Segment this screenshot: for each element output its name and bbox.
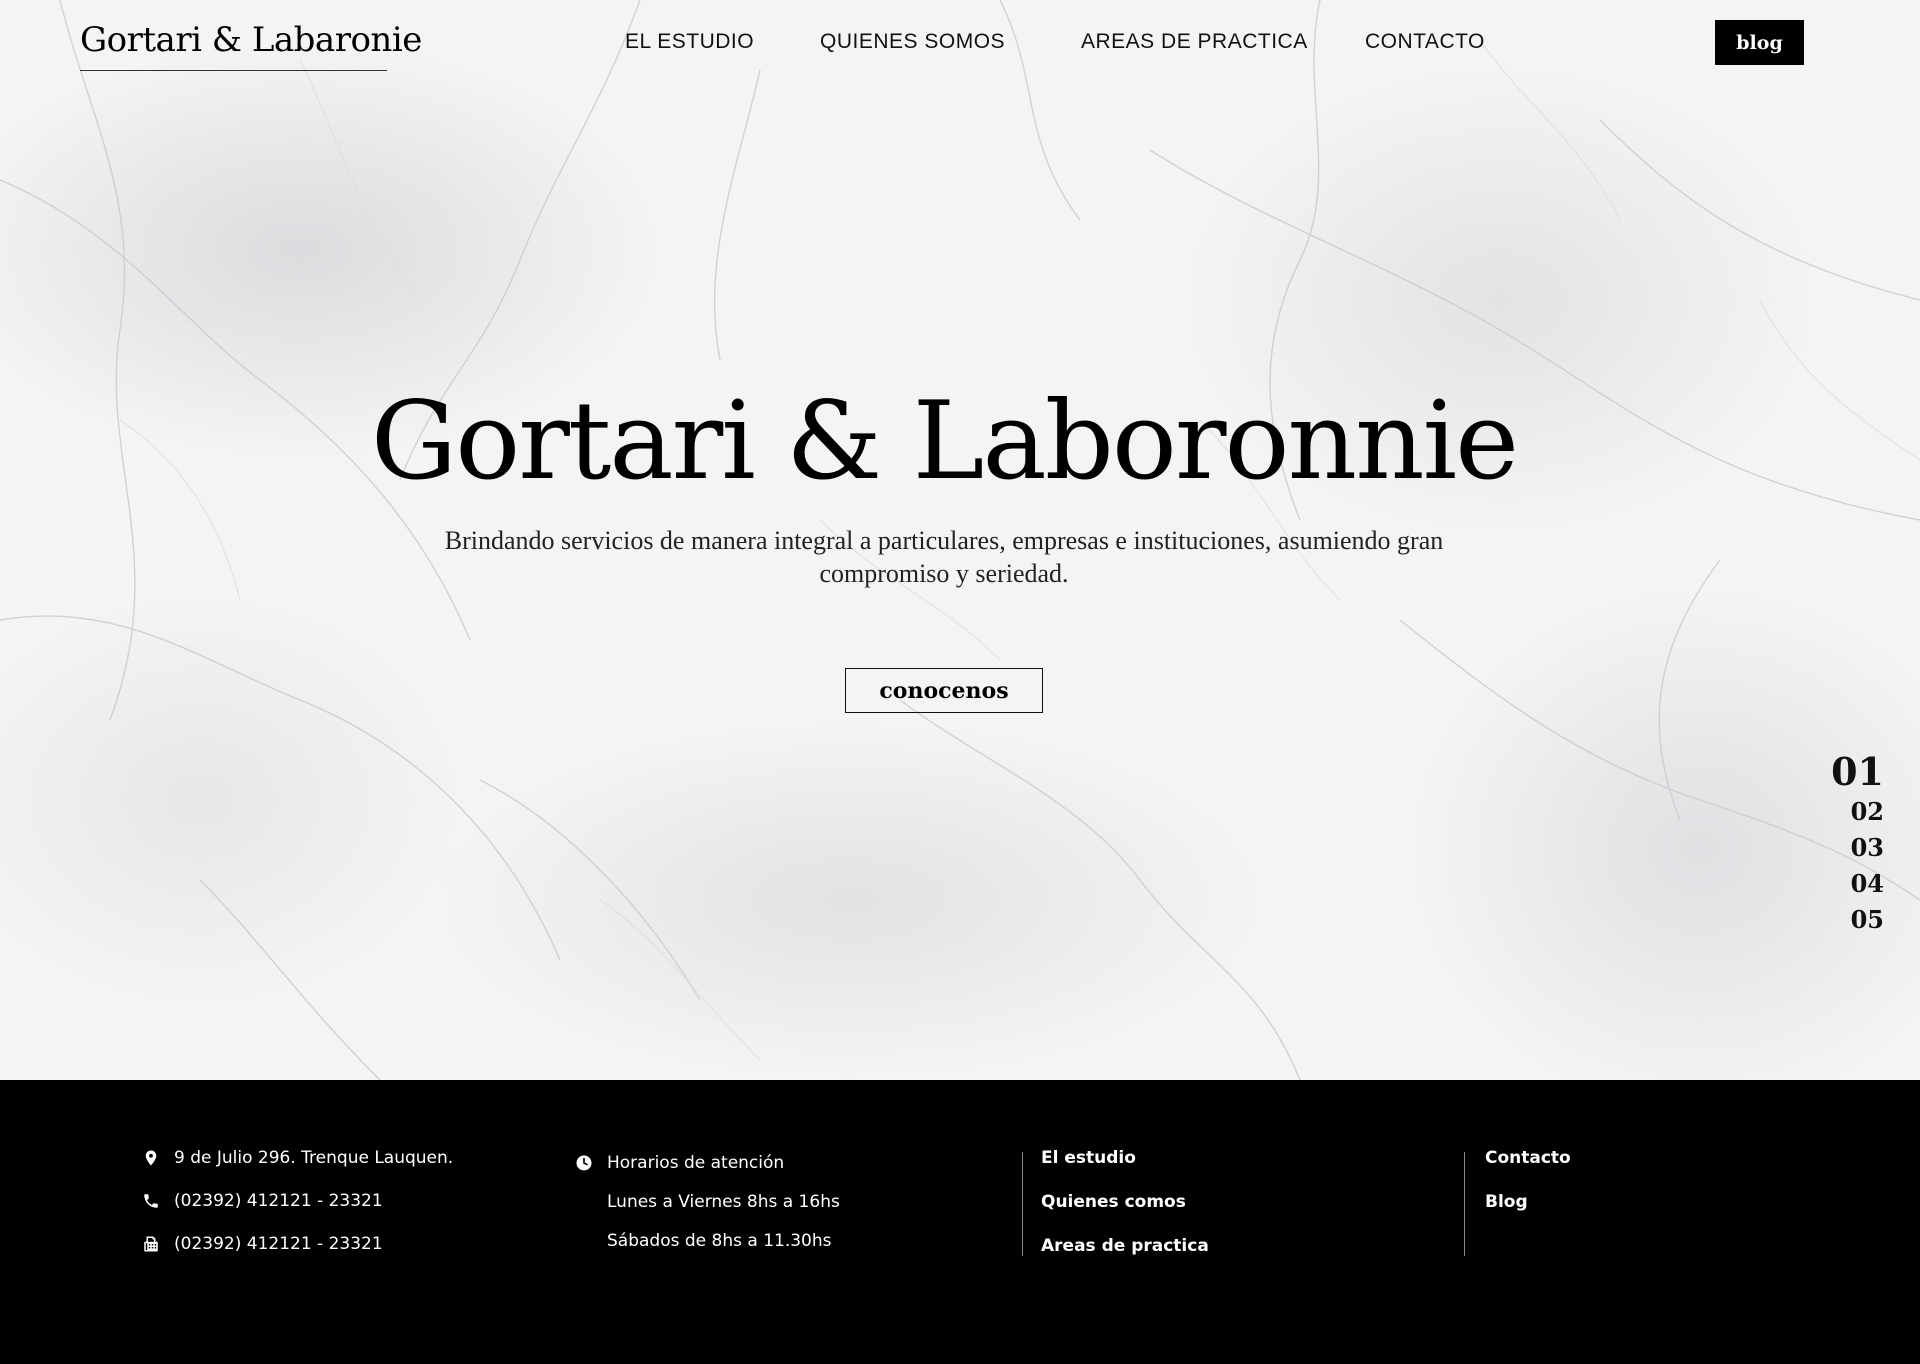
footer-link-quienes-comos[interactable]: Quienes comos xyxy=(1041,1192,1186,1212)
nav-quienes-somos[interactable]: QUIENES SOMOS xyxy=(820,30,1005,54)
footer-address-text: 9 de Julio 296. Trenque Lauquen. xyxy=(174,1148,454,1168)
footer-hours-saturday: Sábados de 8hs a 11.30hs xyxy=(607,1231,832,1251)
footer-hours-title: Horarios de atención xyxy=(575,1153,784,1173)
footer-fax: (02392) 412121 - 23321 xyxy=(142,1234,383,1254)
footer-divider-2 xyxy=(1464,1152,1465,1256)
blog-button[interactable]: blog xyxy=(1715,20,1804,65)
nav-el-estudio[interactable]: EL ESTUDIO xyxy=(625,30,754,54)
footer-link-blog[interactable]: Blog xyxy=(1485,1192,1528,1212)
hero-title: Gortari & Laboronnie xyxy=(370,379,1519,504)
site-footer: 9 de Julio 296. Trenque Lauquen. (02392)… xyxy=(0,1080,1920,1364)
slide-indicator-2[interactable]: 02 xyxy=(1831,794,1884,830)
nav-areas-de-practica[interactable]: AREAS DE PRACTICA xyxy=(1081,30,1308,54)
slide-indicator-5[interactable]: 05 xyxy=(1831,902,1884,938)
footer-hours-title-text: Horarios de atención xyxy=(607,1153,785,1173)
phone-icon xyxy=(142,1192,160,1210)
slide-pagination: 01 02 03 04 05 xyxy=(1831,750,1884,938)
footer-fax-text: (02392) 412121 - 23321 xyxy=(174,1234,383,1254)
slide-indicator-3[interactable]: 03 xyxy=(1831,830,1884,866)
clock-icon xyxy=(575,1154,593,1172)
footer-address: 9 de Julio 296. Trenque Lauquen. xyxy=(142,1148,453,1168)
footer-link-areas-de-practica[interactable]: Areas de practica xyxy=(1041,1236,1209,1256)
fax-icon xyxy=(142,1235,160,1253)
site-logo[interactable]: Gortari & Labaronie xyxy=(80,20,422,71)
footer-phone-text: (02392) 412121 - 23321 xyxy=(174,1191,383,1211)
nav-contacto[interactable]: CONTACTO xyxy=(1365,30,1485,54)
slide-indicator-1[interactable]: 01 xyxy=(1831,750,1884,794)
hero-section: Gortari & Labaronie EL ESTUDIO QUIENES S… xyxy=(0,0,1920,1080)
footer-link-el-estudio[interactable]: El estudio xyxy=(1041,1148,1136,1168)
footer-link-contacto[interactable]: Contacto xyxy=(1485,1148,1571,1168)
map-pin-icon xyxy=(142,1149,160,1167)
footer-phone: (02392) 412121 - 23321 xyxy=(142,1191,383,1211)
footer-hours-weekdays: Lunes a Viernes 8hs a 16hs xyxy=(607,1192,840,1212)
conocenos-button[interactable]: conocenos xyxy=(845,668,1043,713)
page: Gortari & Labaronie EL ESTUDIO QUIENES S… xyxy=(0,0,1920,1364)
slide-indicator-4[interactable]: 04 xyxy=(1831,866,1884,902)
footer-divider-1 xyxy=(1022,1152,1023,1256)
hero-subtitle: Brindando servicios de manera integral a… xyxy=(444,526,1444,588)
